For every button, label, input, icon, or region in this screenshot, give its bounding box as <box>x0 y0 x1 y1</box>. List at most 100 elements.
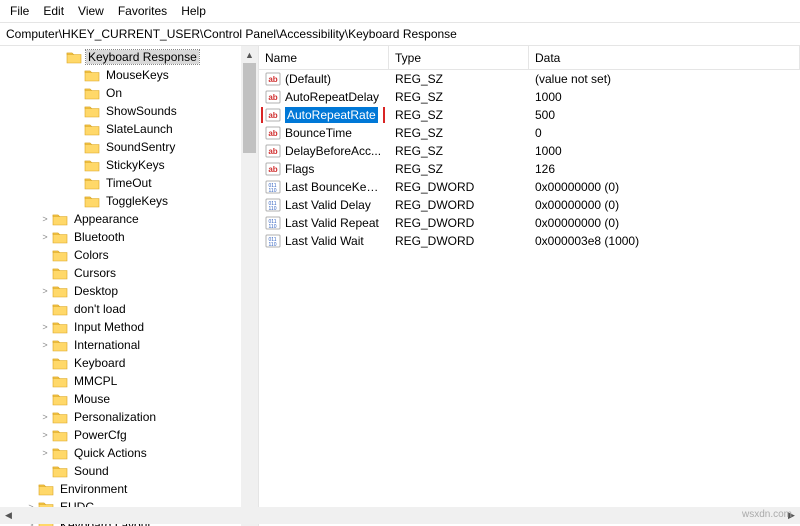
column-header-type[interactable]: Type <box>389 46 529 69</box>
value-name: AutoRepeatDelay <box>285 90 379 104</box>
value-name: (Default) <box>285 72 331 86</box>
dword-value-icon: 011110 <box>265 197 281 213</box>
tree-item-label: don't load <box>72 302 128 316</box>
tree-expander-icon[interactable]: > <box>38 430 52 440</box>
menu-view[interactable]: View <box>72 2 110 20</box>
folder-icon <box>52 266 68 280</box>
tree-item-cursors[interactable]: Cursors <box>0 264 258 282</box>
folder-icon <box>84 68 100 82</box>
value-row[interactable]: ab(Default)REG_SZ(value not set) <box>259 70 800 88</box>
value-row[interactable]: 011110Last Valid DelayREG_DWORD0x0000000… <box>259 196 800 214</box>
tree-expander-icon[interactable]: > <box>38 340 52 350</box>
tree-item-label: ToggleKeys <box>104 194 170 208</box>
tree-vertical-scrollbar[interactable]: ▲ ▼ <box>241 46 258 526</box>
svg-text:ab: ab <box>268 165 277 174</box>
attribution-text: wsxdn.com <box>742 509 792 520</box>
tree-item-international[interactable]: > International <box>0 336 258 354</box>
tree-item-bluetooth[interactable]: >Bluetooth <box>0 228 258 246</box>
tree-item-sound[interactable]: Sound <box>0 462 258 480</box>
value-row[interactable]: abAutoRepeatDelayREG_SZ1000 <box>259 88 800 106</box>
value-name: Flags <box>285 162 314 176</box>
menu-edit[interactable]: Edit <box>37 2 70 20</box>
value-row[interactable]: 011110Last BounceKey ...REG_DWORD0x00000… <box>259 178 800 196</box>
folder-icon <box>52 302 68 316</box>
tree-expander-icon[interactable]: > <box>38 286 52 296</box>
menu-help[interactable]: Help <box>175 2 212 20</box>
tree-item-label: Desktop <box>72 284 120 298</box>
folder-icon <box>52 464 68 478</box>
scroll-up-arrow-icon[interactable]: ▲ <box>241 46 258 63</box>
scroll-left-arrow-icon[interactable]: ◀ <box>0 507 17 524</box>
svg-text:ab: ab <box>268 93 277 102</box>
tree-item-label: ShowSounds <box>104 104 179 118</box>
tree-item-soundsentry[interactable]: SoundSentry <box>0 138 258 156</box>
dword-value-icon: 011110 <box>265 179 281 195</box>
tree-item-label: Environment <box>58 482 129 496</box>
value-row[interactable]: 011110Last Valid RepeatREG_DWORD0x000000… <box>259 214 800 232</box>
tree-expander-icon[interactable]: > <box>38 412 52 422</box>
horizontal-scrollbar[interactable]: ◀ ▶ <box>0 507 800 524</box>
tree-item-label: Colors <box>72 248 111 262</box>
column-header-name[interactable]: Name <box>259 46 389 69</box>
tree-item-powercfg[interactable]: >PowerCfg <box>0 426 258 444</box>
tree-item-appearance[interactable]: >Appearance <box>0 210 258 228</box>
column-header-data[interactable]: Data <box>529 46 800 69</box>
value-type: REG_SZ <box>389 72 529 86</box>
folder-icon <box>84 140 100 154</box>
list-panel: Name Type Data ab(Default)REG_SZ(value n… <box>259 46 800 526</box>
address-bar[interactable]: Computer\HKEY_CURRENT_USER\Control Panel… <box>0 22 800 46</box>
tree-item-environment[interactable]: Environment <box>0 480 258 498</box>
value-data: 500 <box>529 108 800 122</box>
tree-item-don-t-load[interactable]: don't load <box>0 300 258 318</box>
tree-item-slatelaunch[interactable]: SlateLaunch <box>0 120 258 138</box>
tree-item-label: SoundSentry <box>104 140 177 154</box>
menu-file[interactable]: File <box>4 2 35 20</box>
value-row[interactable]: abBounceTimeREG_SZ0 <box>259 124 800 142</box>
tree-item-showsounds[interactable]: ShowSounds <box>0 102 258 120</box>
folder-icon <box>84 176 100 190</box>
value-type: REG_SZ <box>389 162 529 176</box>
tree-expander-icon[interactable]: > <box>38 448 52 458</box>
tree-item-keyboard-response[interactable]: Keyboard Response <box>0 48 258 66</box>
tree-expander-icon[interactable]: > <box>38 232 52 242</box>
tree-item-mouse[interactable]: Mouse <box>0 390 258 408</box>
tree-item-quick-actions[interactable]: >Quick Actions <box>0 444 258 462</box>
value-row[interactable]: abAutoRepeatRateREG_SZ500 <box>259 106 800 124</box>
scrollbar-thumb[interactable] <box>243 63 256 153</box>
tree-item-label: Cursors <box>72 266 118 280</box>
value-row[interactable]: abDelayBeforeAcc...REG_SZ1000 <box>259 142 800 160</box>
string-value-icon: ab <box>265 161 281 177</box>
value-row[interactable]: abFlagsREG_SZ126 <box>259 160 800 178</box>
folder-icon <box>84 194 100 208</box>
value-data: 0x00000000 (0) <box>529 216 800 230</box>
value-row[interactable]: 011110Last Valid WaitREG_DWORD0x000003e8… <box>259 232 800 250</box>
menu-favorites[interactable]: Favorites <box>112 2 173 20</box>
string-value-icon: ab <box>265 107 281 123</box>
svg-text:ab: ab <box>268 129 277 138</box>
tree-item-mmcpl[interactable]: MMCPL <box>0 372 258 390</box>
tree-item-desktop[interactable]: > Desktop <box>0 282 258 300</box>
tree-item-mousekeys[interactable]: MouseKeys <box>0 66 258 84</box>
tree-item-colors[interactable]: Colors <box>0 246 258 264</box>
tree-item-personalization[interactable]: > Personalization <box>0 408 258 426</box>
tree-item-label: StickyKeys <box>104 158 167 172</box>
tree-expander-icon[interactable]: > <box>38 214 52 224</box>
tree-item-label: Personalization <box>72 410 158 424</box>
list-header: Name Type Data <box>259 46 800 70</box>
folder-icon <box>52 392 68 406</box>
folder-icon <box>84 122 100 136</box>
tree-expander-icon[interactable]: > <box>38 322 52 332</box>
tree-item-togglekeys[interactable]: ToggleKeys <box>0 192 258 210</box>
folder-icon <box>84 158 100 172</box>
tree-item-timeout[interactable]: TimeOut <box>0 174 258 192</box>
value-name: AutoRepeatRate <box>285 107 378 123</box>
tree-item-input-method[interactable]: >Input Method <box>0 318 258 336</box>
tree-item-label: On <box>104 86 124 100</box>
tree-item-keyboard[interactable]: Keyboard <box>0 354 258 372</box>
svg-text:110: 110 <box>269 224 277 230</box>
tree-item-label: International <box>72 338 142 352</box>
string-value-icon: ab <box>265 71 281 87</box>
tree-item-on[interactable]: On <box>0 84 258 102</box>
value-type: REG_DWORD <box>389 216 529 230</box>
tree-item-stickykeys[interactable]: StickyKeys <box>0 156 258 174</box>
